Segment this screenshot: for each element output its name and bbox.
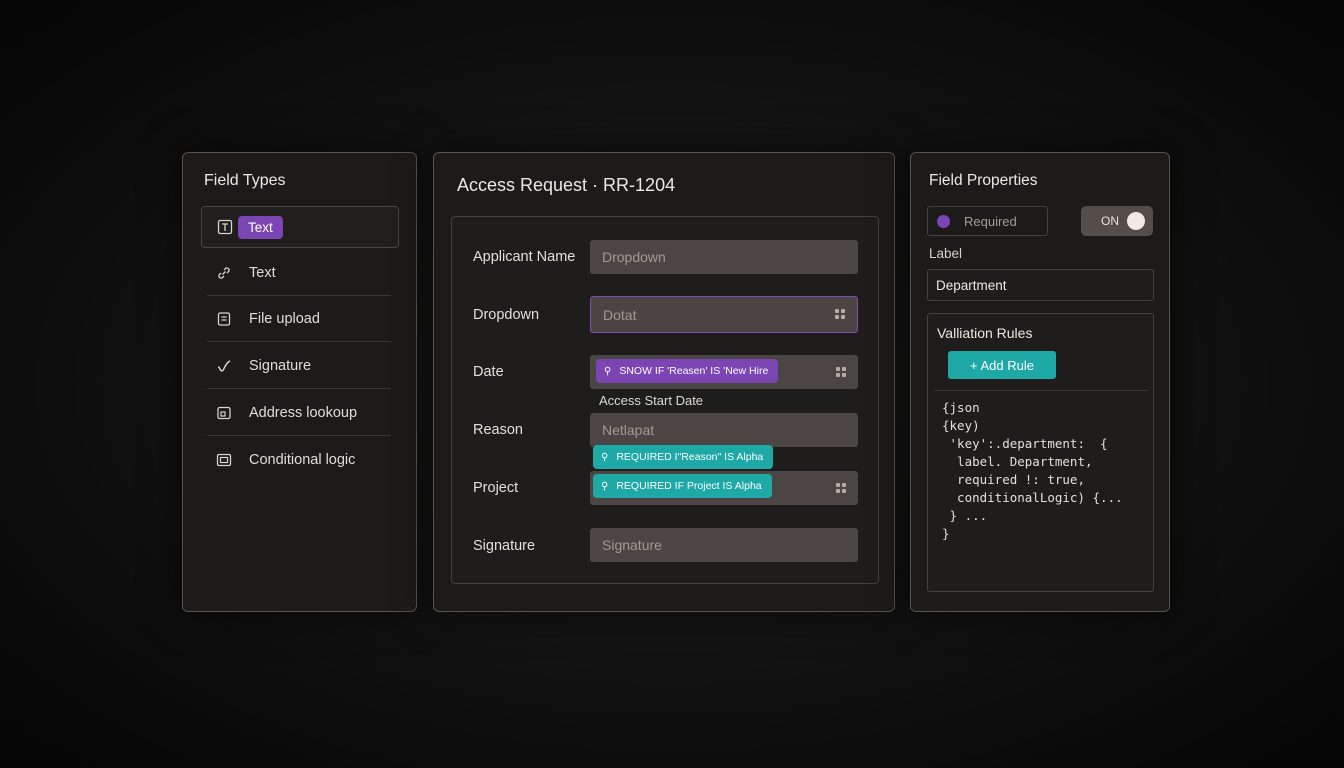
label-input[interactable]: Department <box>927 269 1154 301</box>
add-rule-button[interactable]: + Add Rule <box>948 351 1056 379</box>
field-value: Netlapat <box>602 422 655 438</box>
field-type-label: Text <box>238 215 283 239</box>
validation-rules-box: Valliation Rules + Add Rule {json {key) … <box>927 313 1154 592</box>
label-title: Label <box>929 246 963 261</box>
field-type-label: Text <box>249 264 276 281</box>
json-code-preview: {json {key) 'key':.department: { label. … <box>942 400 1123 541</box>
field-type-text-selected[interactable]: Text <box>201 206 399 248</box>
form-canvas-panel: Access Request · RR-1204 Applicant Name … <box>433 152 895 612</box>
dropdown-field[interactable]: Dotat <box>590 296 858 333</box>
row-label-dropdown: Dropdown <box>473 307 540 323</box>
rule-text: SNOW IF 'Reasen' IS 'New Hire <box>619 365 769 377</box>
field-types-panel: Field Types Text Text File upload Signat… <box>182 152 417 612</box>
field-properties-title: Field Properties <box>929 172 1038 189</box>
toggle-knob <box>1127 212 1145 230</box>
row-label-reason: Reason <box>473 422 523 438</box>
row-label-project: Project <box>473 480 519 496</box>
address-icon <box>213 402 235 424</box>
field-types-title: Field Types <box>204 172 286 189</box>
field-value: Dotat <box>603 306 637 323</box>
field-value: Dropdown <box>602 249 666 265</box>
required-if-reason-badge[interactable]: ⚲ REQUIRED I"Reason" IS Alpha <box>593 445 774 469</box>
row-label-date: Date <box>473 364 504 380</box>
validation-rules-title: Valliation Rules <box>937 325 1033 341</box>
drag-handle-icon[interactable] <box>836 367 846 377</box>
required-radio-icon <box>937 214 950 228</box>
field-type-conditional-logic[interactable]: Conditional logic <box>207 437 391 483</box>
drag-handle-icon[interactable] <box>836 483 846 493</box>
required-checkbox[interactable]: Required <box>927 206 1048 236</box>
file-icon <box>213 308 235 330</box>
rule-text: REQUIRED I"Reason" IS Alpha <box>616 451 764 463</box>
field-value: Signature <box>602 537 662 553</box>
rule-icon: ⚲ <box>601 451 609 463</box>
label-input-value: Department <box>936 277 1007 293</box>
field-type-label: Address lookoup <box>249 404 358 421</box>
divider <box>934 390 1148 391</box>
applicant-name-field[interactable]: Dropdown <box>590 240 858 274</box>
rule-icon: ⚲ <box>601 480 609 492</box>
field-properties-panel: Field Properties Required ON Label Depar… <box>910 152 1170 612</box>
signature-icon <box>213 355 235 377</box>
field-type-label: File upload <box>249 310 320 327</box>
signature-field[interactable]: Signature <box>590 528 858 562</box>
required-label: Required <box>964 213 1017 229</box>
show-if-rule-badge[interactable]: ⚲ SNOW IF 'Reasen' IS 'New Hire <box>596 359 779 383</box>
toggle-label: ON <box>1101 214 1119 228</box>
field-type-signature[interactable]: Signature <box>207 343 391 389</box>
rule-text: REQUIRED IF Project IS Alpha <box>616 480 762 492</box>
field-type-text[interactable]: Text <box>207 250 391 296</box>
access-start-caption: Access Start Date <box>599 393 704 408</box>
field-type-file-upload[interactable]: File upload <box>207 296 391 342</box>
conditional-icon <box>213 449 235 471</box>
drag-handle-icon[interactable] <box>835 309 845 319</box>
required-if-project-badge[interactable]: ⚲ REQUIRED IF Project IS Alpha <box>593 474 772 498</box>
field-type-label: Conditional logic <box>249 452 356 468</box>
reason-field[interactable]: Netlapat <box>590 413 858 447</box>
row-label-signature: Signature <box>473 538 536 554</box>
field-type-address-lookup[interactable]: Address lookoup <box>207 390 391 436</box>
field-type-label: Signature <box>249 357 312 374</box>
rule-icon: ⚲ <box>604 365 612 377</box>
required-toggle[interactable]: ON <box>1081 206 1153 236</box>
row-label-applicant-name: Applicant Name <box>473 249 576 265</box>
form-preview: Applicant Name Dropdown Dropdown Dotat D… <box>451 216 879 584</box>
text-field-icon <box>214 216 236 238</box>
form-title: Access Request · RR-1204 <box>457 175 676 195</box>
link-icon <box>213 262 235 284</box>
